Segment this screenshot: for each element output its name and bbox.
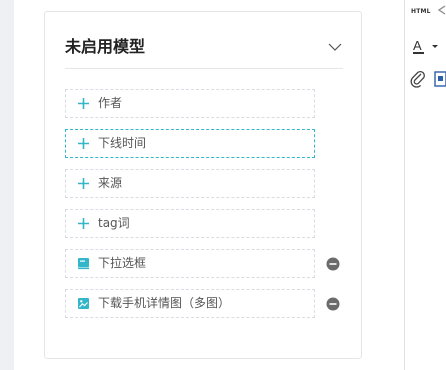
chevron-down-icon[interactable] [327,39,343,55]
panel-title: 未启用模型 [65,37,146,56]
undo-icon[interactable] [436,4,446,16]
field-label: 来源 [98,176,123,190]
plus-icon [78,138,89,149]
svg-text:A: A [413,38,422,53]
editor-toolbar [405,0,446,370]
field-label: 下线时间 [98,136,147,150]
remove-icon[interactable] [326,297,340,311]
field-tag-words[interactable]: tag词 [65,209,315,238]
plus-icon [78,178,89,189]
field-author[interactable]: 作者 [65,89,315,118]
paperclip-icon[interactable] [410,70,426,88]
image-gallery-icon [78,298,89,309]
field-offline-time[interactable]: 下线时间 [65,129,315,158]
field-label: 下拉选框 [98,256,147,270]
plus-icon [78,218,89,229]
html-mode-button[interactable]: HTML [411,8,431,15]
field-dropdown-select[interactable]: 下拉选框 [65,249,315,278]
field-label: 作者 [98,96,123,110]
font-color-icon[interactable]: A [412,37,440,55]
field-label: 下载手机详情图（多图） [98,296,231,310]
left-sidebar-edge [0,0,14,370]
field-download-phone-images[interactable]: 下载手机详情图（多图） [65,289,315,318]
panel-header: 未启用模型 [65,36,343,69]
unused-models-panel: 未启用模型 作者 下线时间 来源 tag词 下拉选框 下载手机详情图（多图） [44,11,362,359]
plus-icon [78,98,89,109]
image-icon[interactable] [434,70,446,88]
field-label: tag词 [98,216,130,230]
field-source[interactable]: 来源 [65,169,315,198]
select-box-icon [78,258,89,270]
remove-icon[interactable] [326,257,340,271]
